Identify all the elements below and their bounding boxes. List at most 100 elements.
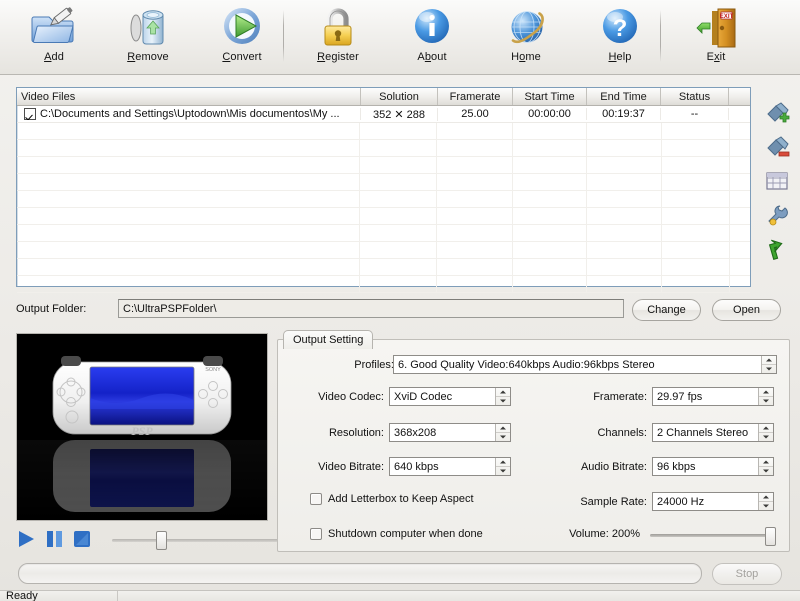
table-row-empty bbox=[17, 276, 750, 293]
table-row-empty bbox=[17, 208, 750, 225]
video-codec-spinner[interactable] bbox=[495, 388, 510, 405]
profiles-label: Profiles: bbox=[354, 359, 394, 371]
framerate-select[interactable]: 29.97 fps bbox=[652, 387, 774, 406]
video-codec-label: Video Codec: bbox=[318, 391, 384, 403]
channels-value: 2 Channels Stereo bbox=[657, 426, 749, 439]
toolbar-button-home[interactable]: Home bbox=[484, 4, 568, 72]
channels-label: Channels: bbox=[597, 427, 647, 439]
table-row[interactable]: C:\Documents and Settings\Uptodown\Mis d… bbox=[17, 106, 750, 123]
output-setting-title: Output Setting bbox=[283, 330, 374, 349]
shutdown-label: Shutdown computer when done bbox=[328, 528, 483, 540]
column-header-video-files[interactable]: Video Files bbox=[17, 88, 361, 105]
exit-door-icon: EXIT bbox=[696, 8, 736, 48]
cell-start-time: 00:00:00 bbox=[513, 108, 587, 120]
framerate-value: 29.97 fps bbox=[657, 390, 703, 403]
channels-spinner[interactable] bbox=[758, 424, 773, 441]
video-preview[interactable]: SONY PSP bbox=[16, 333, 268, 521]
seek-thumb[interactable] bbox=[156, 531, 168, 550]
green-arrow-icon[interactable] bbox=[764, 236, 790, 262]
toolbar-label-help: Help bbox=[608, 51, 632, 63]
settings-tool-icon[interactable] bbox=[764, 202, 790, 228]
info-sphere-icon bbox=[415, 9, 449, 43]
profiles-spinner[interactable] bbox=[761, 356, 776, 373]
audio-bitrate-label: Audio Bitrate: bbox=[580, 461, 647, 473]
toolbar-button-help[interactable]: ? Help bbox=[578, 4, 662, 72]
sample-rate-label: Sample Rate: bbox=[580, 496, 647, 508]
toolbar-label-convert: Convert bbox=[222, 51, 262, 63]
column-header-solution[interactable]: Solution bbox=[361, 88, 438, 105]
play-icon[interactable] bbox=[16, 529, 36, 549]
conversion-progress-bar bbox=[18, 563, 702, 584]
letterbox-checkbox[interactable] bbox=[310, 493, 322, 505]
stop-icon[interactable] bbox=[72, 529, 92, 549]
letterbox-checkbox-row[interactable]: Add Letterbox to Keep Aspect bbox=[310, 493, 474, 505]
psp-device-image: SONY PSP bbox=[17, 334, 267, 520]
toolbar-label-add: Add bbox=[44, 51, 64, 63]
resolution-spinner[interactable] bbox=[495, 424, 510, 441]
pause-icon[interactable] bbox=[44, 529, 64, 549]
column-header-status[interactable]: Status bbox=[661, 88, 729, 105]
play-convert-icon bbox=[224, 8, 260, 44]
video-bitrate-value: 640 kbps bbox=[394, 460, 439, 473]
letterbox-label: Add Letterbox to Keep Aspect bbox=[328, 493, 474, 505]
toolbar-label-exit: Exit bbox=[706, 51, 726, 63]
table-row-empty bbox=[17, 225, 750, 242]
toolbar-button-register[interactable]: Register bbox=[296, 4, 380, 72]
add-file-icon[interactable] bbox=[764, 100, 790, 126]
change-folder-button[interactable]: Change bbox=[632, 299, 701, 321]
volume-thumb[interactable] bbox=[765, 527, 776, 546]
toolbar-button-about[interactable]: About bbox=[390, 4, 474, 72]
column-header-end-time[interactable]: End Time bbox=[587, 88, 661, 105]
framerate-spinner[interactable] bbox=[758, 388, 773, 405]
profiles-select[interactable]: 6. Good Quality Video:640kbps Audio:96kb… bbox=[393, 355, 777, 374]
volume-slider[interactable] bbox=[650, 527, 776, 546]
toolbar-label-about: About bbox=[417, 51, 447, 63]
application-window: Add Remove Convert Register About Home ?… bbox=[0, 0, 800, 601]
channels-select[interactable]: 2 Channels Stereo bbox=[652, 423, 774, 442]
output-folder-input[interactable] bbox=[118, 299, 624, 318]
open-folder-button[interactable]: Open bbox=[712, 299, 781, 321]
grid-icon[interactable] bbox=[764, 168, 790, 194]
shutdown-checkbox[interactable] bbox=[310, 528, 322, 540]
sample-rate-spinner[interactable] bbox=[758, 493, 773, 510]
toolbar-label-home: Home bbox=[511, 51, 541, 63]
shutdown-checkbox-row[interactable]: Shutdown computer when done bbox=[310, 528, 483, 540]
seek-slider[interactable] bbox=[112, 531, 284, 550]
video-file-list[interactable]: Video Files Solution Framerate Start Tim… bbox=[16, 87, 751, 293]
column-header-framerate[interactable]: Framerate bbox=[438, 88, 513, 105]
volume-label: Volume: 200% bbox=[569, 528, 640, 540]
video-codec-select[interactable]: XviD Codec bbox=[389, 387, 511, 406]
audio-bitrate-value: 96 kbps bbox=[657, 460, 696, 473]
audio-bitrate-spinner[interactable] bbox=[758, 458, 773, 475]
open-folder-label: Open bbox=[733, 304, 760, 316]
toolbar-button-exit[interactable]: EXIT Exit bbox=[674, 4, 758, 72]
toolbar-button-add[interactable]: Add bbox=[12, 4, 96, 72]
row-checkbox[interactable] bbox=[24, 108, 36, 120]
add-folder-icon bbox=[31, 7, 74, 43]
remove-file-icon[interactable] bbox=[764, 134, 790, 160]
column-header-spacer bbox=[729, 88, 750, 105]
stop-conversion-button[interactable]: Stop bbox=[712, 563, 782, 585]
profiles-value: 6. Good Quality Video:640kbps Audio:96kb… bbox=[398, 358, 655, 371]
video-bitrate-select[interactable]: 640 kbps bbox=[389, 457, 511, 476]
table-row-empty bbox=[17, 174, 750, 191]
preview-controls bbox=[16, 528, 284, 552]
cell-video-file-text: C:\Documents and Settings\Uptodown\Mis d… bbox=[40, 108, 340, 120]
table-row-empty bbox=[17, 191, 750, 208]
toolbar-button-remove[interactable]: Remove bbox=[106, 4, 190, 72]
framerate-label: Framerate: bbox=[593, 391, 647, 403]
audio-bitrate-select[interactable]: 96 kbps bbox=[652, 457, 774, 476]
video-bitrate-spinner[interactable] bbox=[495, 458, 510, 475]
file-list-header: Video Files Solution Framerate Start Tim… bbox=[17, 88, 750, 106]
resolution-value: 368x208 bbox=[394, 426, 437, 439]
toolbar-separator-2 bbox=[660, 10, 661, 62]
resolution-select[interactable]: 368x208 bbox=[389, 423, 511, 442]
file-list-empty-area[interactable] bbox=[17, 123, 750, 293]
toolbar-button-convert[interactable]: Convert bbox=[200, 4, 284, 72]
cell-video-file: C:\Documents and Settings\Uptodown\Mis d… bbox=[17, 108, 361, 120]
table-row-empty bbox=[17, 123, 750, 140]
sample-rate-select[interactable]: 24000 Hz bbox=[652, 492, 774, 511]
column-header-start-time[interactable]: Start Time bbox=[513, 88, 587, 105]
table-row-empty bbox=[17, 242, 750, 259]
padlock-icon bbox=[324, 8, 352, 46]
